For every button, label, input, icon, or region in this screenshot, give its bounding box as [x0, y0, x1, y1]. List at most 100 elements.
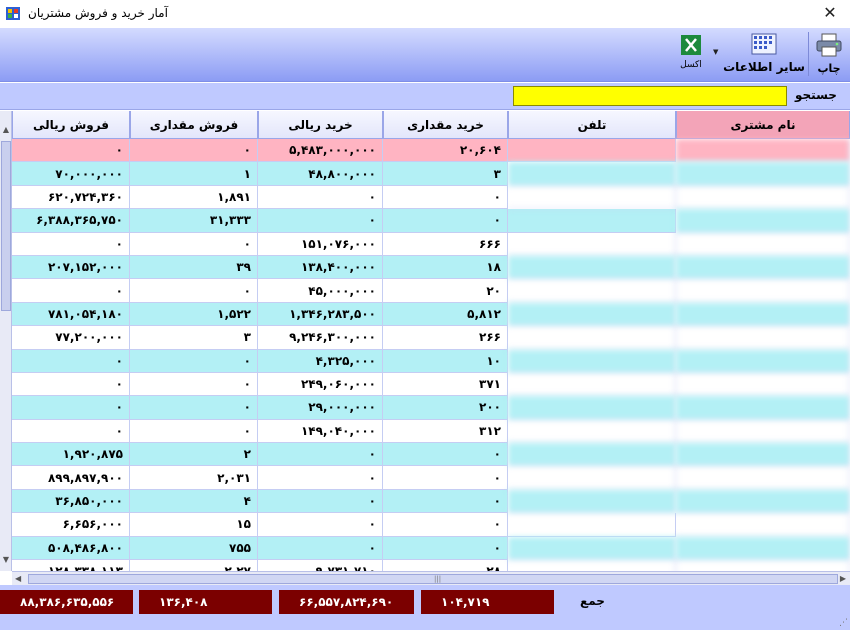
cell-customer-name-redacted[interactable]: [676, 560, 850, 571]
cell-customer-name-redacted[interactable]: [676, 185, 850, 210]
cell-buy-rial[interactable]: ۰: [258, 489, 383, 514]
table-row[interactable]: ۰ ۰ ۲۴۹,۰۶۰,۰۰۰ ۳۷۱: [12, 372, 850, 397]
cell-phone-redacted[interactable]: [508, 326, 676, 350]
cell-buy-qty[interactable]: ۲۶۶: [383, 326, 508, 350]
cell-customer-name-redacted[interactable]: [676, 209, 850, 233]
cell-buy-qty[interactable]: ۰: [383, 489, 508, 514]
scroll-up-icon[interactable]: ▲: [0, 125, 12, 139]
cell-sales-rial[interactable]: ۷۰,۰۰۰,۰۰۰: [12, 162, 130, 186]
table-row[interactable]: ۶۲۰,۷۲۴,۳۶۰ ۱,۸۹۱ ۰ ۰: [12, 185, 850, 210]
cell-sales-qty[interactable]: ۱,۵۲۲: [130, 302, 258, 327]
cell-buy-qty[interactable]: ۵,۸۱۲: [383, 302, 508, 327]
cell-buy-qty[interactable]: ۲۸: [383, 560, 508, 571]
table-row[interactable]: ۱,۹۲۰,۸۷۵ ۲ ۰ ۰: [12, 443, 850, 467]
cell-sales-qty[interactable]: ۰: [130, 349, 258, 373]
cell-sales-qty[interactable]: ۱: [130, 162, 258, 186]
cell-buy-rial[interactable]: ۴۸,۸۰۰,۰۰۰: [258, 162, 383, 186]
cell-sales-rial[interactable]: ۶۲۰,۷۲۴,۳۶۰: [12, 185, 130, 210]
cell-phone-redacted[interactable]: [508, 302, 676, 327]
cell-phone[interactable]: [508, 139, 676, 163]
cell-buy-rial[interactable]: ۰: [258, 466, 383, 490]
cell-buy-qty[interactable]: ۰: [383, 443, 508, 467]
cell-customer-name-redacted[interactable]: [676, 489, 850, 514]
cell-phone-redacted[interactable]: [508, 443, 676, 467]
cell-phone-redacted[interactable]: [508, 560, 676, 571]
vertical-scroll-thumb[interactable]: [1, 141, 11, 311]
table-row[interactable]: ۳۶,۸۵۰,۰۰۰ ۴ ۰ ۰: [12, 489, 850, 514]
scroll-left-icon[interactable]: ◀: [15, 572, 21, 586]
cell-sales-qty[interactable]: ۲: [130, 443, 258, 467]
cell-customer-name-redacted[interactable]: [676, 255, 850, 280]
excel-export-button[interactable]: اکسل: [676, 30, 706, 78]
cell-buy-rial[interactable]: ۴,۳۲۵,۰۰۰: [258, 349, 383, 373]
cell-buy-rial[interactable]: ۵,۴۸۳,۰۰۰,۰۰۰: [258, 139, 383, 163]
table-row[interactable]: ۱۲۸,۳۳۸,۱۱۳۲,۲۷۹,۷۳۱,۷۱۰۲۸: [12, 560, 850, 571]
cell-buy-qty[interactable]: ۱۸: [383, 255, 508, 280]
cell-customer-name-redacted[interactable]: [676, 419, 850, 444]
cell-buy-qty[interactable]: ۰: [383, 513, 508, 537]
cell-buy-qty[interactable]: ۰: [383, 536, 508, 561]
cell-sales-rial[interactable]: ۱۲۸,۳۳۸,۱۱۳: [12, 560, 130, 571]
cell-sales-qty[interactable]: ۱,۸۹۱: [130, 185, 258, 210]
table-row[interactable]: ۲۰۷,۱۵۲,۰۰۰ ۳۹ ۱۳۸,۴۰۰,۰۰۰ ۱۸: [12, 255, 850, 280]
cell-phone-redacted[interactable]: [508, 232, 676, 256]
table-row[interactable]: ۰ ۰ ۱۴۹,۰۴۰,۰۰۰ ۳۱۲: [12, 419, 850, 444]
cell-phone-redacted[interactable]: [508, 162, 676, 186]
table-row[interactable]: ۵۰۸,۴۸۶,۸۰۰ ۷۵۵ ۰ ۰: [12, 536, 850, 561]
cell-sales-qty[interactable]: ۳: [130, 326, 258, 350]
cell-sales-qty[interactable]: ۰: [130, 279, 258, 303]
col-header-phone[interactable]: تلفن: [508, 111, 676, 139]
cell-buy-rial[interactable]: ۹,۲۴۶,۳۰۰,۰۰۰: [258, 326, 383, 350]
cell-sales-rial[interactable]: ۰: [12, 396, 130, 420]
cell-buy-qty[interactable]: ۲۰: [383, 279, 508, 303]
cell-sales-qty[interactable]: ۳۹: [130, 255, 258, 280]
cell-buy-qty[interactable]: ۲۰,۶۰۴: [383, 139, 508, 163]
cell-buy-rial[interactable]: ۲۹,۰۰۰,۰۰۰: [258, 396, 383, 420]
cell-customer-name-redacted[interactable]: [676, 349, 850, 373]
cell-buy-qty[interactable]: ۰: [383, 185, 508, 210]
cell-sales-rial[interactable]: ۵۰۸,۴۸۶,۸۰۰: [12, 536, 130, 561]
cell-buy-rial[interactable]: ۰: [258, 513, 383, 537]
table-row[interactable]: ۰ ۰ ۴۵,۰۰۰,۰۰۰ ۲۰: [12, 279, 850, 303]
horizontal-scroll-thumb[interactable]: [28, 574, 838, 584]
table-row[interactable]: ۷۸۱,۰۵۴,۱۸۰ ۱,۵۲۲ ۱,۳۴۶,۲۸۳,۵۰۰ ۵,۸۱۲: [12, 302, 850, 327]
other-info-button[interactable]: سایر اطلاعات: [722, 30, 806, 78]
table-row[interactable]: ۰ ۰ ۵,۴۸۳,۰۰۰,۰۰۰ ۲۰,۶۰۴: [12, 139, 850, 163]
cell-sales-qty[interactable]: ۴: [130, 489, 258, 514]
col-header-customer-name[interactable]: نام مشتری: [676, 111, 850, 139]
cell-buy-rial[interactable]: ۰: [258, 443, 383, 467]
cell-sales-rial[interactable]: ۸۹۹,۸۹۷,۹۰۰: [12, 466, 130, 490]
cell-buy-rial[interactable]: ۹,۷۳۱,۷۱۰: [258, 560, 383, 571]
table-row[interactable]: ۷۰,۰۰۰,۰۰۰ ۱ ۴۸,۸۰۰,۰۰۰ ۳: [12, 162, 850, 186]
table-row[interactable]: ۶,۳۸۸,۳۶۵,۷۵۰ ۳۱,۳۳۳ ۰ ۰: [12, 209, 850, 233]
cell-customer-name-redacted[interactable]: [676, 536, 850, 561]
cell-buy-qty[interactable]: ۱۰: [383, 349, 508, 373]
cell-sales-qty[interactable]: ۷۵۵: [130, 536, 258, 561]
cell-sales-qty[interactable]: ۲,۰۳۱: [130, 466, 258, 490]
cell-sales-rial[interactable]: ۶,۶۵۶,۰۰۰: [12, 513, 130, 537]
cell-sales-rial[interactable]: ۰: [12, 139, 130, 163]
dropdown-arrow-icon[interactable]: ▼: [713, 48, 718, 56]
cell-customer-name-redacted[interactable]: [676, 372, 850, 397]
cell-customer-name-redacted[interactable]: [676, 162, 850, 186]
cell-sales-qty[interactable]: ۲,۲۷: [130, 560, 258, 571]
col-header-sales-qty[interactable]: فروش مقداری: [130, 111, 258, 139]
cell-sales-qty[interactable]: ۰: [130, 139, 258, 163]
cell-sales-rial[interactable]: ۰: [12, 279, 130, 303]
cell-buy-qty[interactable]: ۳۷۱: [383, 372, 508, 397]
cell-buy-rial[interactable]: ۱,۳۴۶,۲۸۳,۵۰۰: [258, 302, 383, 327]
table-row[interactable]: ۶,۶۵۶,۰۰۰ ۱۵ ۰ ۰: [12, 513, 850, 537]
cell-sales-qty[interactable]: ۰: [130, 419, 258, 444]
cell-phone-redacted[interactable]: [508, 536, 676, 561]
cell-sales-rial[interactable]: ۰: [12, 419, 130, 444]
cell-sales-rial[interactable]: ۷۸۱,۰۵۴,۱۸۰: [12, 302, 130, 327]
cell-customer-name-redacted[interactable]: [676, 326, 850, 350]
col-header-buy-rial[interactable]: خرید ریالی: [258, 111, 383, 139]
cell-buy-qty[interactable]: ۳۱۲: [383, 419, 508, 444]
cell-sales-rial[interactable]: ۶,۳۸۸,۳۶۵,۷۵۰: [12, 209, 130, 233]
cell-phone-redacted[interactable]: [508, 372, 676, 397]
cell-customer-name-redacted[interactable]: [676, 139, 850, 163]
cell-buy-qty[interactable]: ۳: [383, 162, 508, 186]
cell-buy-rial[interactable]: ۱۴۹,۰۴۰,۰۰۰: [258, 419, 383, 444]
customer-stats-grid[interactable]: ▲ ▼ فروش ریالی فروش مقداری خرید ریالی خر…: [0, 111, 850, 571]
